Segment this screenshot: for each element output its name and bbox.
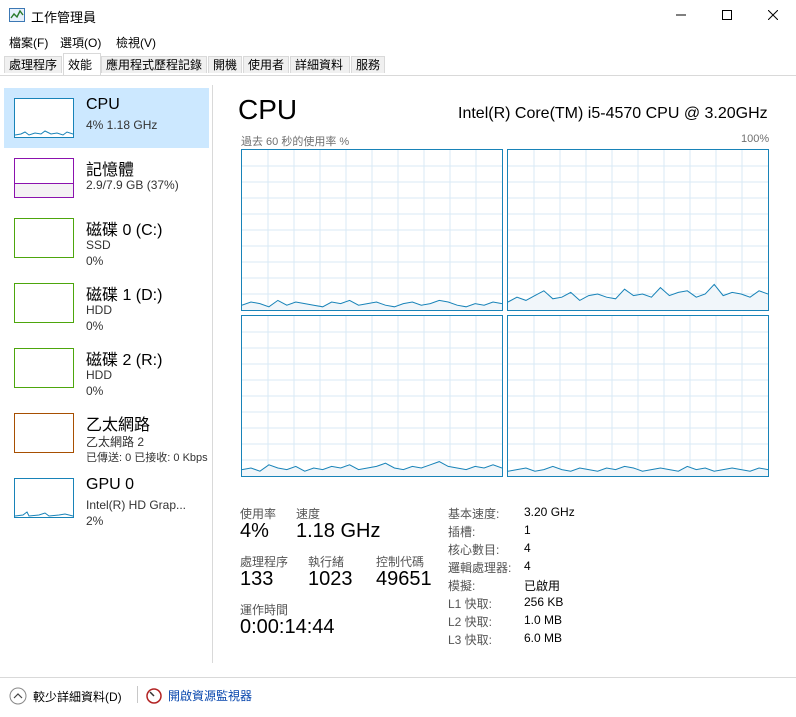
sidebar-title: 記憶體 [86, 162, 135, 179]
open-resource-monitor-link[interactable]: 開啟資源監視器 [146, 687, 252, 704]
spec-label: 基本速度: [448, 507, 500, 521]
spec-value: 4 [524, 559, 531, 573]
sidebar-usage: 已傳送: 0 已接收: 0 Kbps [86, 452, 208, 463]
sidebar-usage: 0% [86, 384, 104, 398]
sidebar-title: CPU [86, 96, 120, 113]
sidebar-item-gpu[interactable]: GPU 0 Intel(R) HD Grap... 2% [4, 468, 209, 528]
core-graph-svg [242, 150, 502, 310]
sidebar-title: GPU 0 [86, 476, 135, 493]
sidebar-item-cpu[interactable]: CPU 4% 1.18 GHz [4, 88, 209, 148]
cpu-model-name: Intel(R) Core(TM) i5-4570 CPU @ 3.20GHz [458, 105, 768, 122]
maximize-button[interactable] [704, 0, 750, 30]
sidebar-detail: 2.9/7.9 GB (37%) [86, 178, 179, 192]
resource-monitor-icon [146, 687, 162, 704]
tab-app-history[interactable]: 應用程式歷程記錄 [101, 56, 207, 73]
spec-label: 核心數目: [448, 543, 500, 557]
spec-value: 6.0 MB [524, 631, 563, 645]
sidebar-title: 乙太網路 [86, 417, 151, 434]
menu-view[interactable]: 檢視(V) [116, 34, 156, 51]
core-graph-0 [241, 149, 503, 311]
footer-bar: 較少詳細資料(D) 開啟資源監視器 [0, 677, 796, 706]
tab-performance[interactable]: 效能 [63, 53, 101, 75]
spec-value: 已啟用 [524, 579, 561, 593]
spec-value: 3.20 GHz [524, 505, 575, 519]
core-graph-1 [507, 149, 769, 311]
graph-caption: 過去 60 秒的使用率 % [241, 136, 350, 148]
core-graph-2 [241, 315, 503, 477]
disk-thumbnail-graph [14, 348, 74, 388]
utilization-value: 4% [240, 520, 269, 542]
menu-bar: 檔案(F) 選項(O) 檢視(V) [0, 31, 796, 51]
tab-processes[interactable]: 處理程序 [4, 56, 62, 73]
window-title: 工作管理員 [31, 10, 97, 25]
spec-value: 1.0 MB [524, 613, 563, 627]
memory-thumbnail-graph [14, 158, 74, 198]
page-title: CPU [238, 94, 298, 125]
sidebar-detail: 4% 1.18 GHz [86, 118, 158, 132]
spec-label: L2 快取: [448, 615, 493, 629]
cpu-thumbnail-graph [14, 98, 74, 138]
disk-thumbnail-graph [14, 283, 74, 323]
chevron-up-icon [9, 687, 27, 705]
task-manager-icon [9, 8, 25, 22]
spec-label: L3 快取: [448, 633, 493, 647]
close-icon [768, 10, 778, 20]
sidebar-item-disk-0[interactable]: 磁碟 0 (C:) SSD 0% [4, 208, 209, 268]
core-graph-svg [508, 150, 768, 310]
tab-startup[interactable]: 開機 [208, 56, 242, 73]
footer-divider [137, 686, 138, 703]
threads-value: 1023 [308, 568, 353, 590]
sidebar-title: 磁碟 2 (R:) [86, 352, 163, 369]
sidebar-usage: 0% [86, 319, 104, 333]
sidebar-item-disk-1[interactable]: 磁碟 1 (D:) HDD 0% [4, 273, 209, 333]
gpu-thumbnail-graph [14, 478, 74, 518]
fewer-details-button[interactable]: 較少詳細資料(D) [9, 687, 122, 705]
processes-value: 133 [240, 568, 274, 590]
graph-max-label: 100% [741, 133, 770, 145]
sidebar-item-memory[interactable]: 記憶體 2.9/7.9 GB (37%) [4, 148, 209, 208]
resource-sidebar: CPU 4% 1.18 GHz 記憶體 2.9/7.9 GB (37%) 磁碟 … [0, 85, 213, 663]
speed-value: 1.18 GHz [296, 520, 381, 542]
core-graph-svg [508, 316, 768, 476]
spec-label: L1 快取: [448, 597, 493, 611]
spec-label: 邏輯處理器: [448, 561, 512, 575]
spec-value: 256 KB [524, 595, 564, 609]
disk-thumbnail-graph [14, 218, 74, 258]
sidebar-detail: HDD [86, 303, 112, 317]
fewer-details-label: 較少詳細資料(D) [33, 689, 122, 704]
sidebar-detail: 乙太網路 2 [86, 435, 145, 449]
spec-value: 1 [524, 523, 531, 537]
tab-details[interactable]: 詳細資料 [290, 56, 350, 73]
tab-bar: 處理程序 效能 應用程式歷程記錄 開機 使用者 詳細資料 服務 [0, 53, 796, 76]
sidebar-title: 磁碟 0 (C:) [86, 222, 163, 239]
ethernet-thumbnail-graph [14, 413, 74, 453]
sidebar-detail: HDD [86, 368, 112, 382]
sidebar-usage: 0% [86, 254, 104, 268]
core-graph-svg [242, 316, 502, 476]
sidebar-detail: Intel(R) HD Grap... [86, 498, 187, 512]
open-resource-monitor-label: 開啟資源監視器 [168, 689, 253, 703]
spec-label: 模擬: [448, 579, 476, 593]
title-bar[interactable]: 工作管理員 [0, 0, 796, 30]
uptime-value: 0:00:14:44 [240, 616, 335, 638]
sidebar-title: 磁碟 1 (D:) [86, 287, 163, 304]
minimize-icon [676, 14, 686, 16]
close-button[interactable] [750, 0, 796, 30]
sidebar-item-disk-2[interactable]: 磁碟 2 (R:) HDD 0% [4, 338, 209, 398]
handles-value: 49651 [376, 568, 432, 590]
sidebar-item-ethernet[interactable]: 乙太網路 乙太網路 2 已傳送: 0 已接收: 0 Kbps [4, 403, 209, 463]
sidebar-detail: SSD [86, 238, 111, 252]
minimize-button[interactable] [658, 0, 704, 30]
spec-label: 插槽: [448, 525, 476, 539]
spec-value: 4 [524, 541, 531, 555]
maximize-icon [722, 10, 732, 20]
core-graph-3 [507, 315, 769, 477]
tab-users[interactable]: 使用者 [243, 56, 289, 73]
sidebar-usage: 2% [86, 514, 104, 528]
tab-services[interactable]: 服務 [351, 56, 385, 73]
menu-options[interactable]: 選項(O) [60, 34, 101, 51]
menu-file[interactable]: 檔案(F) [9, 34, 48, 51]
